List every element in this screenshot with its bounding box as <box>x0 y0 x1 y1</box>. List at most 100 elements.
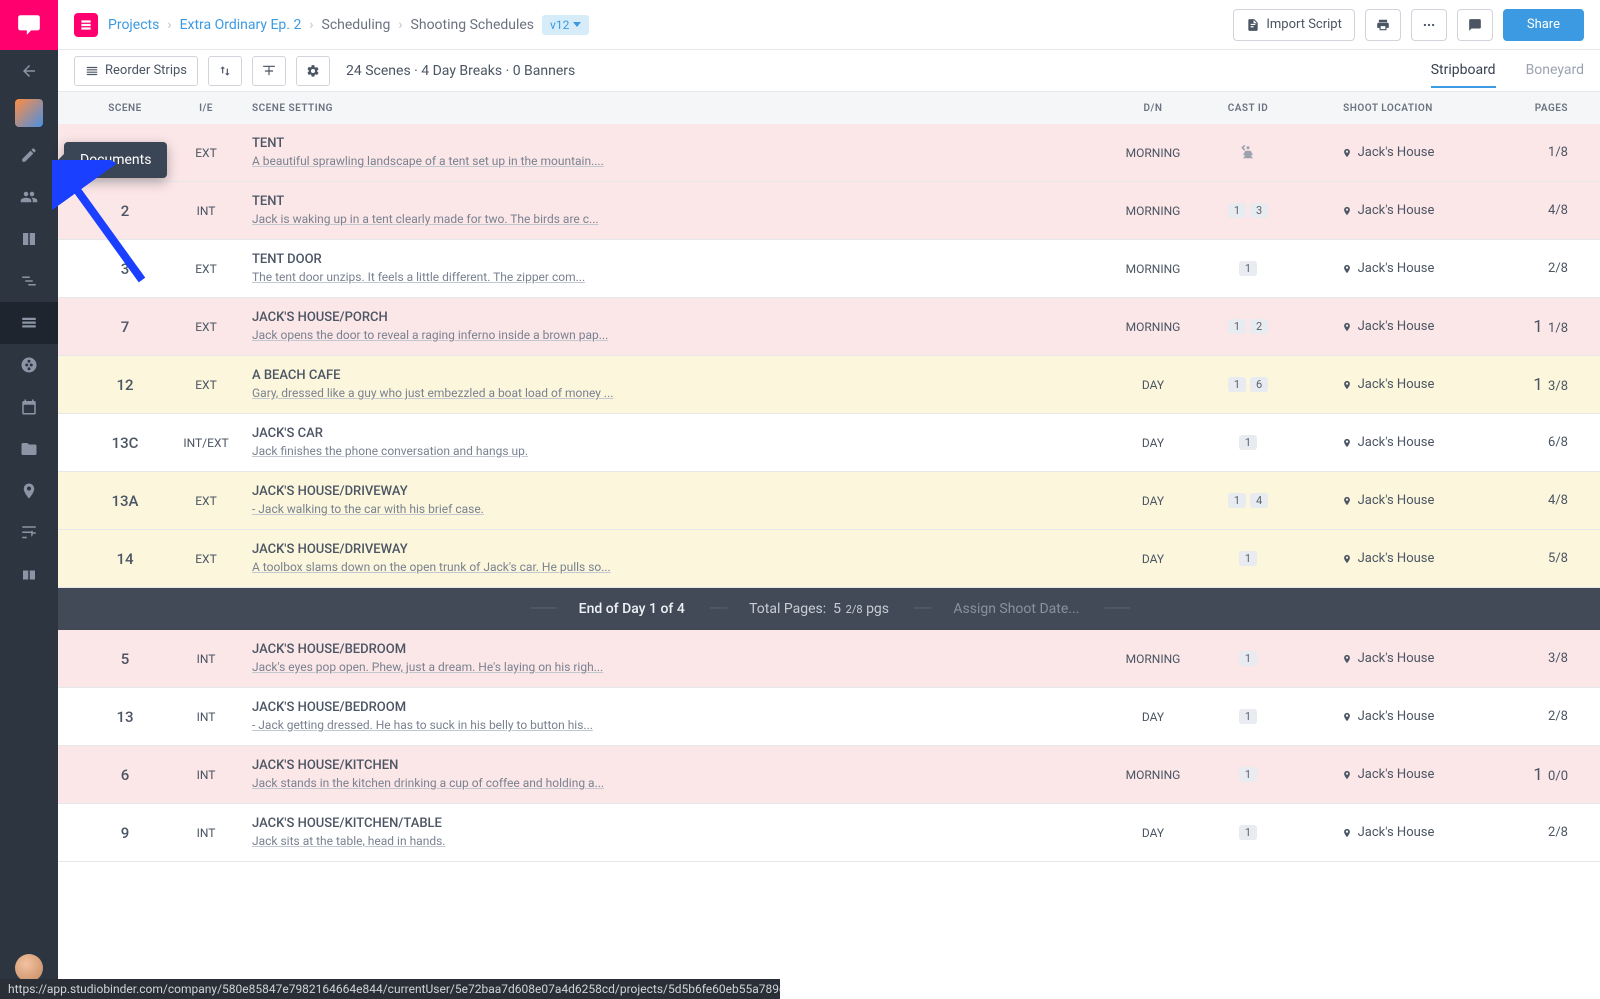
ie-value: INT <box>170 652 242 666</box>
book-icon[interactable] <box>0 554 58 596</box>
dn-value: DAY <box>1103 552 1203 566</box>
strip-row[interactable]: EXT TENT A beautiful sprawling landscape… <box>58 124 1600 182</box>
col-loc: SHOOT LOCATION <box>1293 103 1483 114</box>
setting-title: JACK'S HOUSE/DRIVEWAY <box>252 483 1103 501</box>
ie-value: INT/EXT <box>170 436 242 450</box>
print-button[interactable] <box>1365 9 1401 41</box>
cast-pill: 1 <box>1239 651 1257 666</box>
strip-row[interactable]: 9 INT JACK'S HOUSE/KITCHEN/TABLE Jack si… <box>58 804 1600 862</box>
shoot-location: Jack's House <box>1293 493 1483 508</box>
sort-button[interactable] <box>208 56 242 86</box>
strip-row[interactable]: 13A EXT JACK'S HOUSE/DRIVEWAY - Jack wal… <box>58 472 1600 530</box>
dn-value: MORNING <box>1103 652 1203 666</box>
cast-add-icon[interactable] <box>1203 144 1293 162</box>
location-pin-icon <box>1342 378 1352 392</box>
sliders-icon[interactable] <box>0 512 58 554</box>
tab-boneyard[interactable]: Boneyard <box>1526 54 1584 88</box>
location-pin-icon <box>1342 146 1352 160</box>
tab-stripboard[interactable]: Stripboard <box>1431 54 1496 88</box>
location-pin-icon <box>1342 262 1352 276</box>
ie-value: EXT <box>170 262 242 276</box>
pencil-icon[interactable] <box>0 134 58 176</box>
reorder-strips-button[interactable]: Reorder Strips <box>74 56 198 86</box>
more-button[interactable] <box>1411 9 1447 41</box>
strip-row[interactable]: 7 EXT JACK'S HOUSE/PORCH Jack opens the … <box>58 298 1600 356</box>
chat-button[interactable] <box>1457 9 1493 41</box>
location-pin-icon <box>1342 826 1352 840</box>
scene-number: 12 <box>80 376 170 394</box>
ie-value: EXT <box>170 552 242 566</box>
crumb-projects[interactable]: Projects <box>108 17 159 33</box>
strip-row[interactable]: 13C INT/EXT JACK'S CAR Jack finishes the… <box>58 414 1600 472</box>
daybreak-total: Total Pages: 5 2/8 pgs <box>749 601 889 617</box>
cast-pill: 1 <box>1228 493 1246 508</box>
pin-icon[interactable] <box>0 470 58 512</box>
breadcrumb: Projects › Extra Ordinary Ep. 2 › Schedu… <box>108 15 589 35</box>
cast-ids: 1 <box>1203 709 1293 724</box>
summary-text: 24 Scenes · 4 Day Breaks · 0 Banners <box>346 63 575 79</box>
scene-number: 5 <box>80 650 170 668</box>
shoot-location: Jack's House <box>1293 319 1483 334</box>
avatar[interactable] <box>15 954 43 982</box>
day-break-row[interactable]: — — — End of Day 1 of 4 — — Total Pages:… <box>58 588 1600 630</box>
reel-icon[interactable] <box>0 344 58 386</box>
project-thumb[interactable] <box>0 92 58 134</box>
add-strip-button[interactable] <box>252 56 286 86</box>
ie-value: EXT <box>170 320 242 334</box>
shoot-location: Jack's House <box>1293 261 1483 276</box>
scene-number: 13 <box>80 708 170 726</box>
calendar-icon[interactable] <box>0 386 58 428</box>
cast-ids: 12 <box>1203 319 1293 334</box>
timeline-icon[interactable] <box>0 260 58 302</box>
import-script-button[interactable]: Import Script <box>1233 9 1355 41</box>
pages-value: 1 3/8 <box>1483 375 1578 395</box>
setting-title: JACK'S HOUSE/PORCH <box>252 309 1103 327</box>
cast-pill: 1 <box>1228 377 1246 392</box>
pages-value: 5/8 <box>1483 551 1578 566</box>
setting-desc: Jack sits at the table, head in hands. <box>252 833 1103 850</box>
strip-row[interactable]: 12 EXT A BEACH CAFE Gary, dressed like a… <box>58 356 1600 414</box>
scene-setting: JACK'S HOUSE/KITCHEN/TABLE Jack sits at … <box>242 815 1103 850</box>
strip-row[interactable]: 14 EXT JACK'S HOUSE/DRIVEWAY A toolbox s… <box>58 530 1600 588</box>
strip-row[interactable]: 2 INT TENT Jack is waking up in a tent c… <box>58 182 1600 240</box>
scene-setting: JACK'S HOUSE/PORCH Jack opens the door t… <box>242 309 1103 344</box>
cast-ids: 1 <box>1203 435 1293 450</box>
ie-value: INT <box>170 710 242 724</box>
scene-setting: JACK'S CAR Jack finishes the phone conve… <box>242 425 1103 460</box>
people-icon[interactable] <box>0 176 58 218</box>
cast-pill: 1 <box>1239 825 1257 840</box>
stripboard-nav-icon[interactable] <box>0 302 58 344</box>
status-bar-url: https://app.studiobinder.com/company/580… <box>0 979 780 999</box>
strip-row[interactable]: 5 INT JACK'S HOUSE/BEDROOM Jack's eyes p… <box>58 630 1600 688</box>
setting-desc: Jack finishes the phone conversation and… <box>252 443 1103 460</box>
folder-icon[interactable] <box>0 428 58 470</box>
pages-value: 1/8 <box>1483 145 1578 160</box>
settings-button[interactable] <box>296 56 330 86</box>
pages-value: 2/8 <box>1483 709 1578 724</box>
setting-title: JACK'S HOUSE/KITCHEN/TABLE <box>252 815 1103 833</box>
scene-setting: JACK'S HOUSE/DRIVEWAY - Jack walking to … <box>242 483 1103 518</box>
gear-icon <box>306 64 320 78</box>
scene-setting: JACK'S HOUSE/BEDROOM Jack's eyes pop ope… <box>242 641 1103 676</box>
app-logo[interactable] <box>0 0 58 50</box>
columns-icon[interactable] <box>0 218 58 260</box>
dn-value: DAY <box>1103 494 1203 508</box>
cast-pill: 3 <box>1250 203 1268 218</box>
strip-row[interactable]: 13 INT JACK'S HOUSE/BEDROOM - Jack getti… <box>58 688 1600 746</box>
cast-ids: 1 <box>1203 767 1293 782</box>
version-badge[interactable]: v12 <box>542 15 589 35</box>
strip-row[interactable]: 3 EXT TENT DOOR The tent door unzips. It… <box>58 240 1600 298</box>
daybreak-title: End of Day 1 of 4 <box>579 601 685 617</box>
back-arrow-icon[interactable] <box>0 50 58 92</box>
share-button[interactable]: Share <box>1503 9 1584 41</box>
shoot-location: Jack's House <box>1293 377 1483 392</box>
location-pin-icon <box>1342 204 1352 218</box>
setting-desc: Jack opens the door to reveal a raging i… <box>252 327 1103 344</box>
assign-shoot-date[interactable]: Assign Shoot Date... <box>953 601 1079 617</box>
pages-value: 2/8 <box>1483 825 1578 840</box>
scene-setting: TENT Jack is waking up in a tent clearly… <box>242 193 1103 228</box>
project-badge-icon[interactable] <box>74 13 98 37</box>
strip-row[interactable]: 6 INT JACK'S HOUSE/KITCHEN Jack stands i… <box>58 746 1600 804</box>
dn-value: DAY <box>1103 710 1203 724</box>
crumb-project[interactable]: Extra Ordinary Ep. 2 <box>180 17 302 33</box>
